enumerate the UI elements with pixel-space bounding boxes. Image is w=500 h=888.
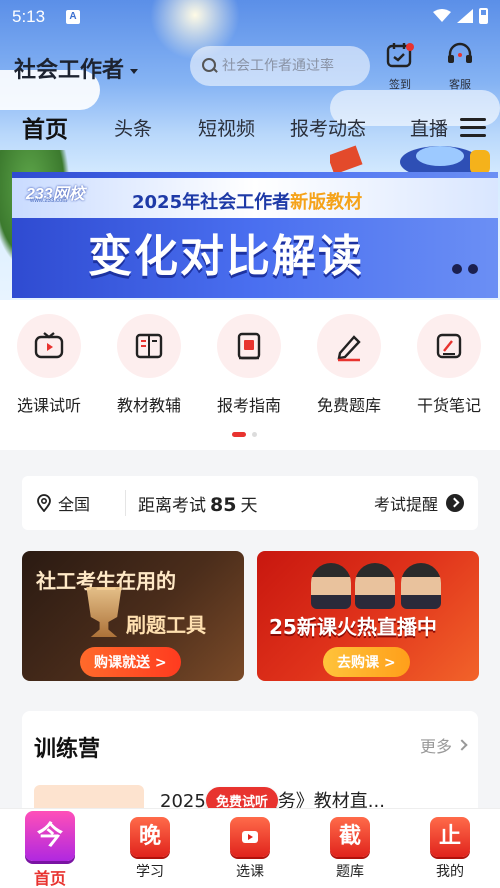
search-box[interactable] [190,46,370,86]
tab-home[interactable]: 首页 [22,110,68,144]
arrow-right-circle-icon [446,494,464,512]
notes-icon [436,333,462,359]
search-icon [202,58,218,74]
tab-registration-news[interactable]: 报考动态 [290,114,366,141]
nav-profile[interactable]: 止 我的 [420,817,480,881]
location-pin-icon [37,494,51,512]
promo-card-live-course[interactable]: 25新课火热直播中 去购课 > [257,551,479,681]
days-count: 85 [210,493,237,516]
quick-entry-textbooks[interactable]: 教材教辅 [104,314,194,416]
teacher-photo [311,563,351,609]
days-prefix: 距离考试 [138,495,206,516]
tab-short-video[interactable]: 短视频 [198,114,255,141]
nav-question-bank[interactable]: 截 题库 [320,817,380,881]
days-remaining: 距离考试 85 天 [126,491,257,516]
section-title: 训练营 [34,737,101,762]
quick-entry-course-trial[interactable]: 选课试听 [4,314,94,416]
quick-entry-label: 教材教辅 [116,396,181,415]
battery-icon [479,8,488,24]
brand-url: www.233.com [30,198,68,204]
exam-selector-label: 社会工作者 [14,58,125,83]
go-buy-course-button[interactable]: 去购课 > [323,647,410,677]
promo-right-title: 25新课火热直播中 [269,615,437,639]
quick-entry-guide[interactable]: 报考指南 [204,314,294,416]
bottom-nav: 今 首页 晚 学习 选课 截 题库 止 我的 [0,808,500,888]
checkin-label: 签到 [389,78,411,91]
course-icon [230,817,270,857]
nav-label: 题库 [336,864,364,880]
nav-choose-course[interactable]: 选课 [220,817,280,881]
more-label: 更多 [419,737,452,756]
quick-entry-label: 报考指南 [216,396,281,415]
exam-countdown-bar: 全国 距离考试 85 天 考试提醒 [22,476,478,530]
banner-subtitle-highlight: 新版教材 [290,192,363,213]
status-bar: 5:13 A [0,0,500,34]
study-icon: 晚 [130,817,170,857]
notification-icon: A [66,10,80,24]
quick-entry-pager [232,432,257,437]
quick-entry-label: 干货笔记 [416,396,481,415]
banner-subtitle-prefix: 2025年社会工作者 [132,192,291,213]
customer-service-button[interactable]: 客服 [440,40,480,92]
service-label: 客服 [449,78,471,91]
tab-headlines[interactable]: 头条 [114,114,152,141]
profile-icon: 止 [430,817,470,857]
banner-dots [452,264,478,274]
exam-selector[interactable]: 社会工作者 [14,52,139,84]
search-input[interactable] [222,58,362,74]
region-selector[interactable]: 全国 [22,490,126,516]
checkin-button[interactable]: 签到 [380,40,420,92]
banner-subtitle: 2025年社会工作者新版教材 [132,188,362,214]
nav-label: 学习 [136,864,164,880]
home-icon: 今 [25,811,75,861]
exam-reminder-button[interactable]: 考试提醒 [374,491,478,515]
tab-live[interactable]: 直播 [410,114,450,141]
chevron-right-icon [456,739,468,751]
wifi-icon [433,9,451,22]
trophy-illustration [86,587,122,637]
banner-title: 变化对比解读 [88,231,364,282]
nav-label: 首页 [33,869,66,888]
quick-entry-grid: 选课试听 教材教辅 报考指南 免费题库 干货笔记 [0,300,500,450]
nav-label: 选课 [236,864,264,880]
buy-course-gift-button[interactable]: 购课就送 > [80,647,181,677]
region-label: 全国 [58,495,91,514]
more-link[interactable]: 更多 [419,733,468,757]
question-bank-icon: 截 [330,817,370,857]
signal-icon [457,9,473,23]
quick-entry-question-bank[interactable]: 免费题库 [304,314,394,416]
calendar-check-icon [386,43,414,68]
quick-entry-label: 免费题库 [316,396,381,415]
book-icon [135,333,163,359]
teacher-photo [401,563,441,609]
exam-reminder-label: 考试提醒 [373,495,438,514]
quick-entry-notes[interactable]: 干货笔记 [404,314,494,416]
promo-left-line2: 刷题工具 [126,613,206,637]
headset-icon [448,42,472,63]
pen-edit-icon [337,335,361,362]
category-tabs: 首页 头条 短视频 报考动态 直播 [0,108,500,148]
days-suffix: 天 [240,495,258,516]
nav-label: 我的 [436,864,464,880]
tv-play-icon [34,332,64,359]
menu-icon[interactable] [460,118,486,138]
caret-down-icon [130,68,139,74]
nav-study[interactable]: 晚 学习 [120,817,180,881]
status-time: 5:13 [12,7,46,26]
guide-book-icon [237,332,261,360]
promo-card-practice-tool[interactable]: 社工考生在用的 刷题工具 购课就送 > [22,551,244,681]
top-bar: 社会工作者 签到 客服 [0,40,500,94]
nav-home[interactable]: 今 首页 [20,811,80,888]
promo-banner[interactable]: 233网校 www.233.com 2025年社会工作者新版教材 变化对比解读 [12,172,498,298]
teacher-photo [355,563,395,609]
quick-entry-label: 选课试听 [16,396,81,415]
